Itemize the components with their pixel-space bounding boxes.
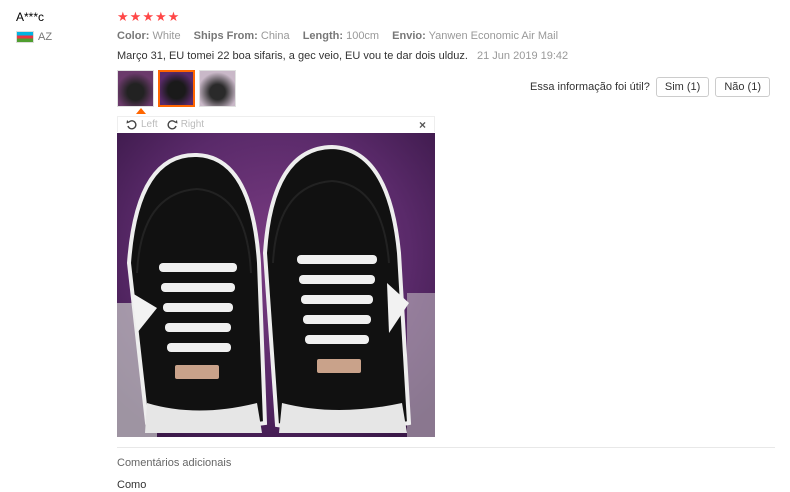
comment-date: 21 Jun 2019 19:42 [477, 50, 569, 62]
star-icon: ★ [117, 9, 129, 24]
additional-comments-text: Como [117, 479, 147, 491]
attr-value: White [152, 30, 181, 42]
attr-value: 100cm [346, 30, 380, 42]
close-icon[interactable]: × [419, 118, 426, 132]
section-divider [117, 447, 775, 448]
star-icon: ★ [129, 9, 142, 24]
photo-thumbnails [117, 70, 236, 107]
attr-key: Color: [117, 30, 150, 42]
helpful-yes-button[interactable]: Sim (1) [655, 77, 710, 97]
comment-text: Março 31, EU tomei 22 boa sifaris, a gec… [117, 50, 468, 62]
attr-value: Yanwen Economic Air Mail [428, 30, 559, 42]
star-icon: ★ [167, 9, 180, 24]
flag-icon [16, 31, 34, 43]
attr-key: Length: [302, 30, 344, 42]
sneaker-photo [117, 133, 435, 437]
star-rating: ★ ★ ★ ★ ★ [117, 9, 179, 25]
review-comment: Março 31, EU tomei 22 boa sifaris, a gec… [117, 50, 568, 62]
selected-thumb-caret [136, 108, 146, 114]
attr-key: Ships From: [193, 30, 258, 42]
attr-key: Envio: [392, 30, 426, 42]
helpful-question: Essa informação foi útil? [530, 81, 650, 93]
additional-comments-title: Comentários adicionais [117, 457, 232, 469]
star-icon: ★ [142, 9, 154, 24]
rotate-left-icon [126, 119, 137, 130]
helpful-no-button[interactable]: Não (1) [715, 77, 770, 97]
rotate-right-button[interactable]: Right [166, 119, 204, 131]
photo-thumbnail[interactable] [199, 70, 236, 107]
photo-thumbnail-selected[interactable] [158, 70, 195, 107]
rotate-left-label: Left [141, 119, 158, 130]
rotate-left-button[interactable]: Left [126, 119, 158, 131]
order-attributes: Color: White Ships From: China Length: 1… [117, 30, 568, 42]
photo-thumbnail[interactable] [117, 70, 154, 107]
reviewer-country: AZ [16, 31, 52, 43]
star-icon: ★ [154, 9, 167, 24]
image-viewer-toolbar: Left Right × [117, 116, 435, 132]
attr-value: China [260, 30, 290, 42]
country-code: AZ [38, 31, 53, 43]
rotate-right-label: Right [180, 119, 205, 130]
reviewer-name: A***c [16, 10, 45, 24]
review-photo [117, 133, 435, 437]
helpful-votes: Essa informação foi útil? Sim (1) Não (1… [530, 77, 770, 97]
rotate-right-icon [167, 119, 178, 130]
